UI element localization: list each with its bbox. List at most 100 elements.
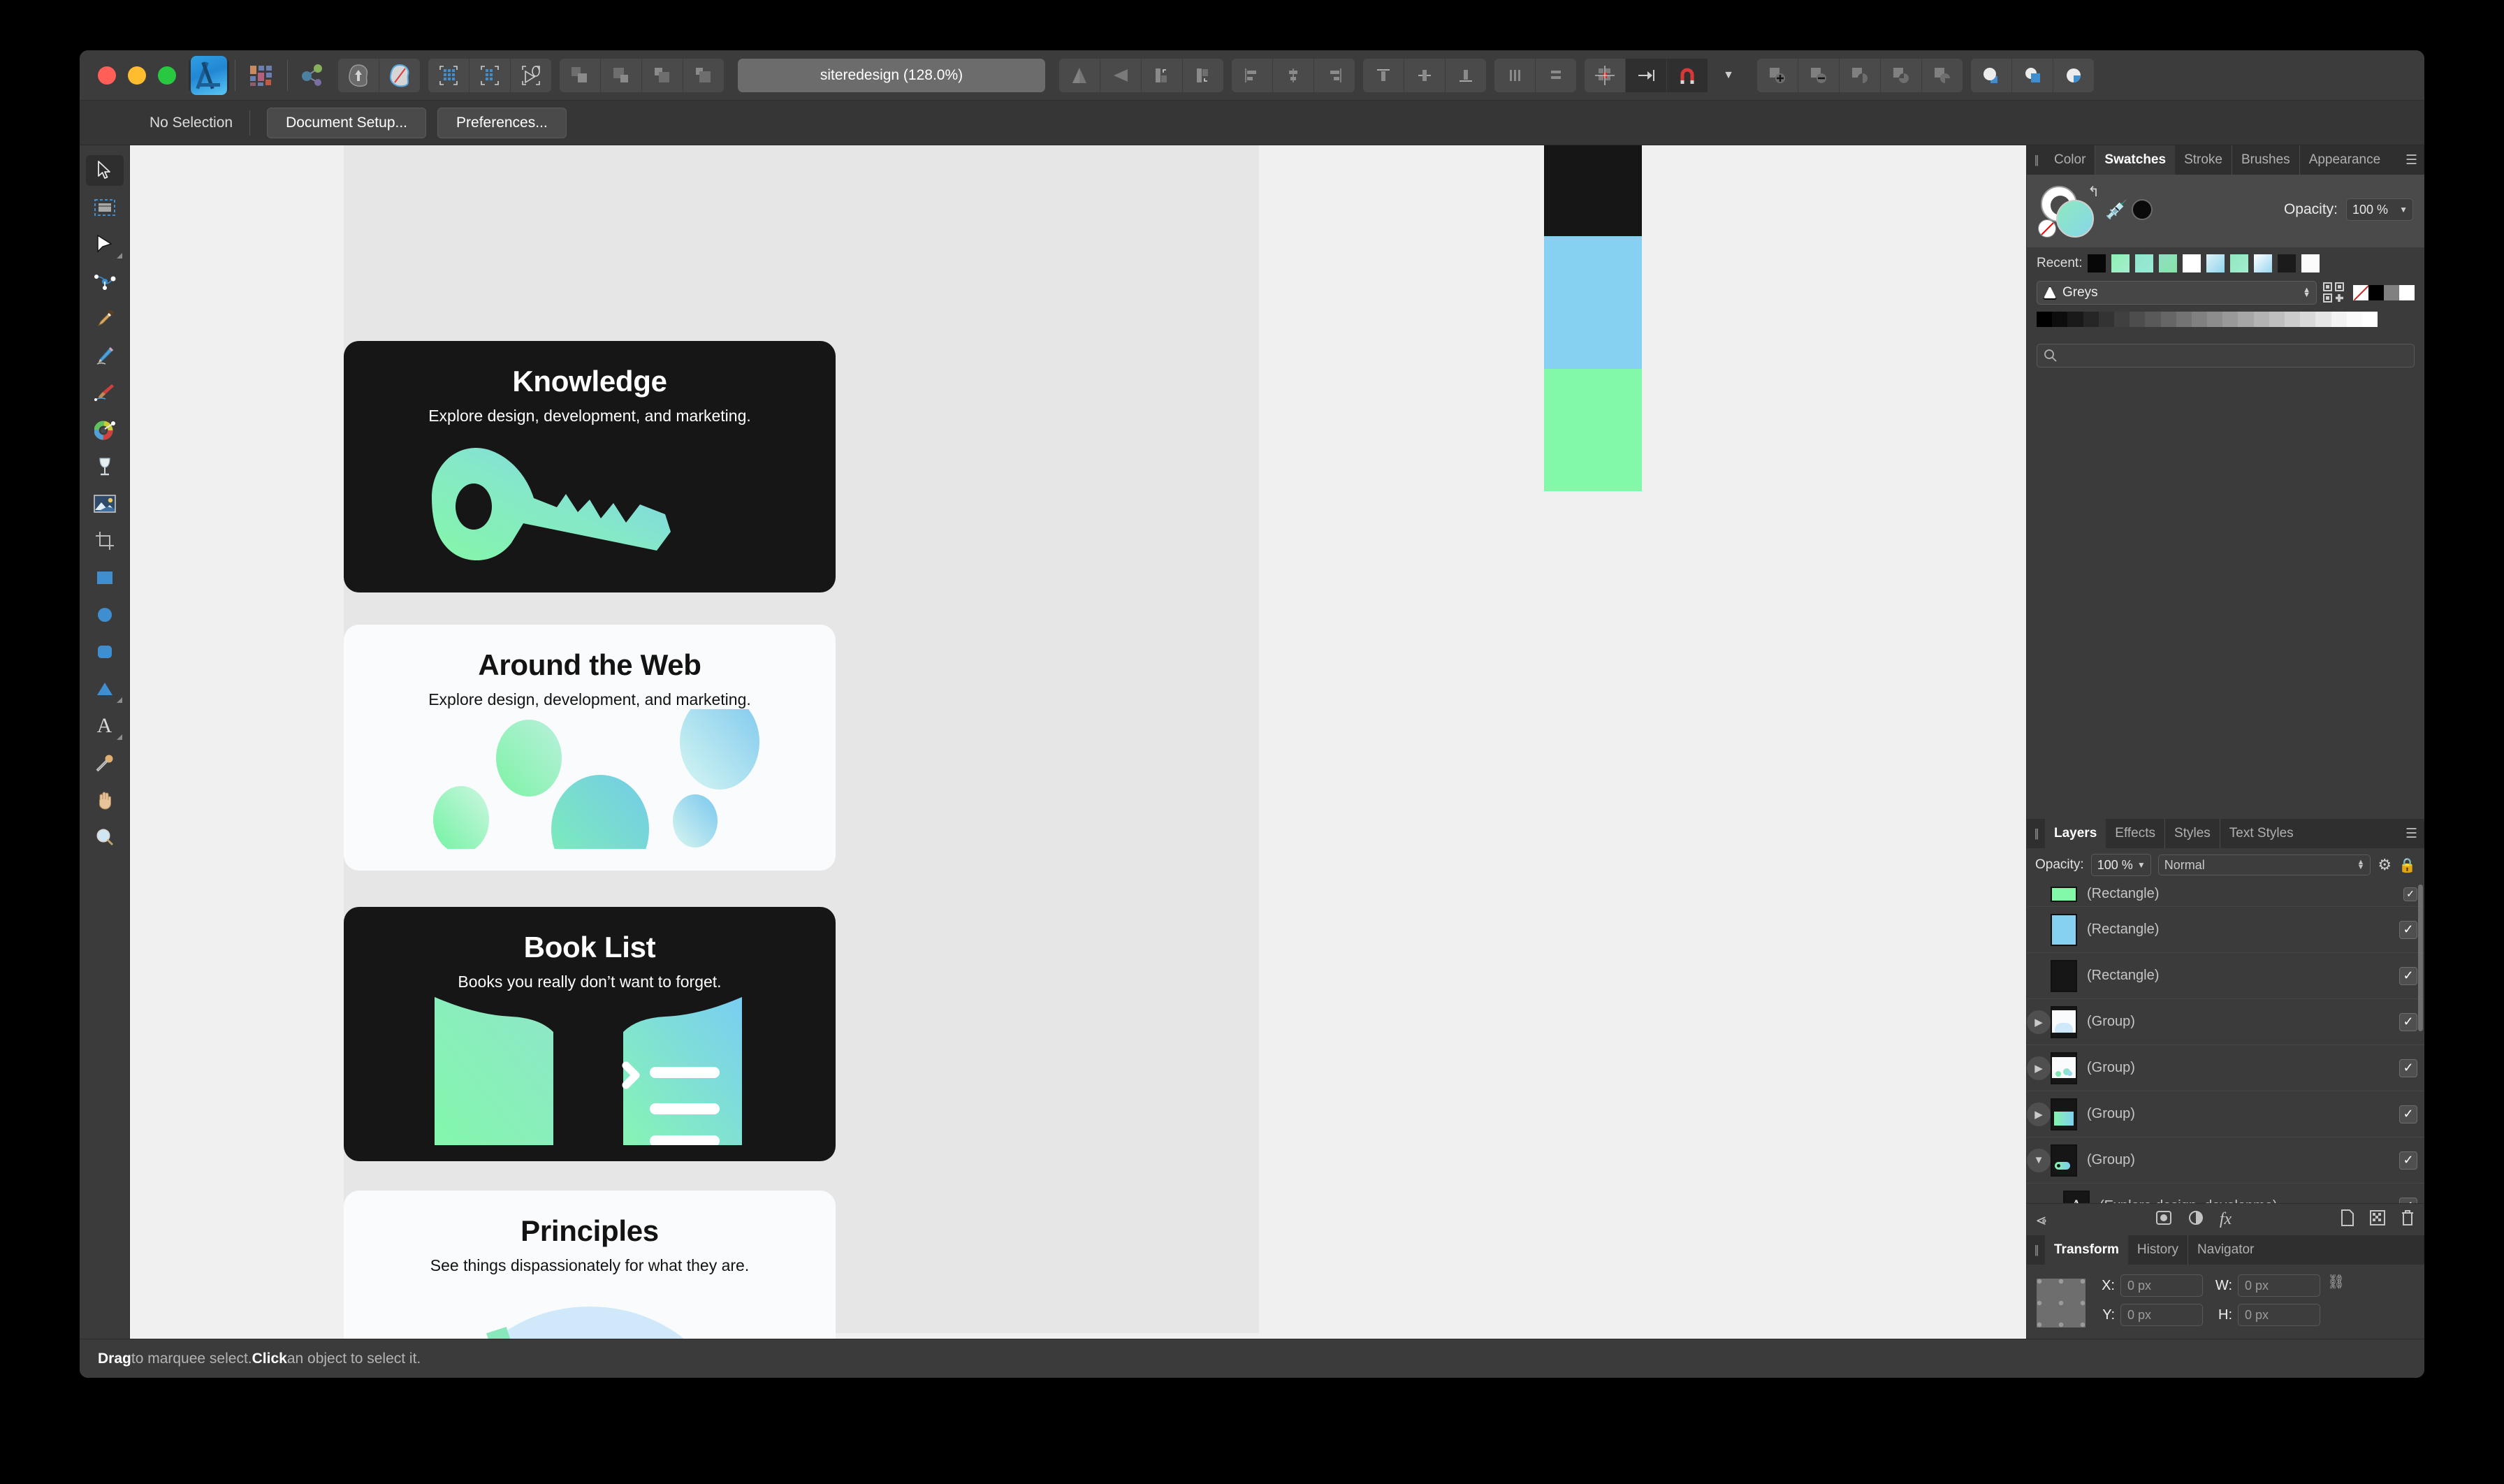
grey-swatch[interactable] [2192, 312, 2207, 327]
disclosure-collapsed-icon[interactable]: ▶ [2027, 1010, 2051, 1034]
node-tool[interactable] [86, 229, 124, 260]
rectangle-tool[interactable] [86, 562, 124, 593]
table-row[interactable]: (Rectangle) ✓ [2027, 907, 2424, 953]
grid-button[interactable] [1585, 59, 1625, 92]
tab-styles[interactable]: Styles [2165, 819, 2220, 848]
boolean-divide-button[interactable] [1881, 59, 1921, 92]
move-tool[interactable] [86, 155, 124, 186]
blend-mode-select[interactable]: Normal ▲▼ [2158, 854, 2371, 875]
recent-swatch-2[interactable] [2111, 254, 2130, 272]
minimize-button[interactable] [128, 66, 146, 85]
snapping-toggle-button[interactable] [1626, 59, 1666, 92]
layers-scrollbar[interactable] [2418, 885, 2423, 1031]
recent-swatch-10[interactable] [2301, 254, 2320, 272]
recent-swatch-4[interactable] [2159, 254, 2177, 272]
panel-grip-icon[interactable]: || [2027, 145, 2045, 175]
recent-swatch-7[interactable] [2230, 254, 2248, 272]
layer-visibility-checkbox[interactable]: ✓ [2399, 1151, 2417, 1170]
recent-swatch-6[interactable] [2206, 254, 2225, 272]
swatches-search-input[interactable] [2037, 344, 2415, 368]
grey-swatch[interactable] [2145, 312, 2160, 327]
rotate-left-button[interactable] [1142, 59, 1182, 92]
color-strip-group[interactable] [1544, 145, 1642, 491]
w-field[interactable]: 0 px [2238, 1274, 2320, 1297]
distribute-horizontally-button[interactable] [1494, 59, 1535, 92]
preferences-button[interactable]: Preferences... [437, 108, 567, 138]
pixel-column-button[interactable] [470, 59, 510, 92]
eyedropper-icon[interactable]: 💉 [2105, 199, 2127, 221]
move-to-back-button[interactable] [683, 59, 724, 92]
mask-button[interactable] [1971, 59, 2011, 92]
grey-swatch[interactable] [2285, 312, 2300, 327]
flip-horizontal-button[interactable] [1059, 59, 1100, 92]
disclosure-expanded-icon[interactable]: ▼ [2027, 1149, 2051, 1172]
persona-pixel-button[interactable] [241, 59, 282, 92]
grey-swatch[interactable] [2315, 312, 2331, 327]
align-right-button[interactable] [1314, 59, 1355, 92]
tab-layers[interactable]: Layers [2045, 819, 2106, 848]
colour-picker-tool[interactable] [86, 748, 124, 778]
layer-stack-icon[interactable]: ⩹ [2037, 1210, 2046, 1230]
fill-tool[interactable] [86, 414, 124, 445]
greys-palette-grid[interactable] [2037, 312, 2415, 327]
snapping-options-button[interactable]: ▼ [1708, 59, 1749, 92]
tab-navigator[interactable]: Navigator [2188, 1235, 2263, 1265]
grey-swatch[interactable] [2362, 312, 2378, 327]
new-pixel-layer-icon[interactable] [2370, 1210, 2385, 1230]
layer-visibility-checkbox[interactable]: ✓ [2403, 887, 2417, 901]
layer-visibility-checkbox[interactable]: ✓ [2399, 1198, 2417, 1204]
palette-select[interactable]: Greys ▲▼ [2037, 281, 2317, 305]
green-rectangle[interactable] [1544, 369, 1642, 491]
close-button[interactable] [98, 66, 116, 85]
swatches-opacity-field[interactable]: 100 % ▼ [2346, 198, 2413, 221]
layers-list[interactable]: (Rectangle) ✓ (Rectangle) ✓ (Rectangle) … [2027, 882, 2424, 1203]
table-row[interactable]: ▶ (Group) ✓ [2027, 999, 2424, 1045]
canvas-area[interactable]: Knowledge Explore design, development, a… [130, 145, 2026, 1378]
grey-swatch[interactable] [2052, 312, 2067, 327]
table-row[interactable]: ▶ (Group) ✓ [2027, 1091, 2424, 1137]
flip-vertical-button[interactable] [1100, 59, 1141, 92]
grey-swatch[interactable] [2269, 312, 2285, 327]
ellipse-tool[interactable] [86, 599, 124, 630]
persona-designer-button[interactable] [189, 59, 229, 92]
align-center-h-button[interactable] [1273, 59, 1313, 92]
y-field[interactable]: 0 px [2120, 1304, 2203, 1326]
panel-grip-icon-2[interactable]: || [2027, 819, 2045, 848]
table-row[interactable]: ▶ (Group) ✓ [2027, 1045, 2424, 1091]
tab-appearance[interactable]: Appearance [2300, 145, 2389, 175]
table-row[interactable]: ▼ (Group) ✓ [2027, 1137, 2424, 1184]
grey-swatch[interactable] [2083, 312, 2099, 327]
transparency-tool[interactable] [86, 451, 124, 482]
recent-swatch-9[interactable] [2278, 254, 2296, 272]
recent-swatch-1[interactable] [2088, 254, 2106, 272]
grey-swatch[interactable] [2130, 312, 2145, 327]
panel-grip-icon-3[interactable]: || [2027, 1235, 2045, 1265]
boolean-combine-button[interactable] [1922, 59, 1963, 92]
tab-stroke[interactable]: Stroke [2175, 145, 2232, 175]
vector-warp-button[interactable] [511, 59, 551, 92]
grey-swatch[interactable] [2331, 312, 2347, 327]
fill-stroke-selector[interactable]: ↰ [2038, 183, 2102, 236]
swatch-grey[interactable] [2384, 285, 2399, 300]
layer-visibility-checkbox[interactable]: ✓ [2399, 1105, 2417, 1123]
tab-effects[interactable]: Effects [2106, 819, 2165, 848]
tab-history[interactable]: History [2128, 1235, 2188, 1265]
recent-swatch-3[interactable] [2135, 254, 2153, 272]
pen-tool[interactable] [86, 303, 124, 334]
boolean-intersect-button[interactable] [1840, 59, 1880, 92]
layers-opacity-field[interactable]: 100 % ▼ [2091, 854, 2151, 876]
adjustment-icon[interactable] [2188, 1209, 2204, 1230]
paintbrush-tool[interactable] [86, 377, 124, 408]
new-layer-icon[interactable] [2341, 1209, 2354, 1230]
pixel-selection-button[interactable] [428, 59, 469, 92]
tab-color[interactable]: Color [2045, 145, 2095, 175]
delete-layer-icon[interactable] [2401, 1209, 2415, 1230]
black-rectangle[interactable] [1544, 145, 1642, 236]
text-tool[interactable]: A [86, 711, 124, 741]
table-row[interactable]: (Rectangle) ✓ [2027, 882, 2424, 907]
recent-swatch-5[interactable] [2183, 254, 2201, 272]
layer-over-button[interactable] [2012, 59, 2053, 92]
document-setup-button[interactable]: Document Setup... [267, 108, 426, 138]
tab-text-styles[interactable]: Text Styles [2220, 819, 2303, 848]
place-image-tool[interactable] [86, 488, 124, 519]
